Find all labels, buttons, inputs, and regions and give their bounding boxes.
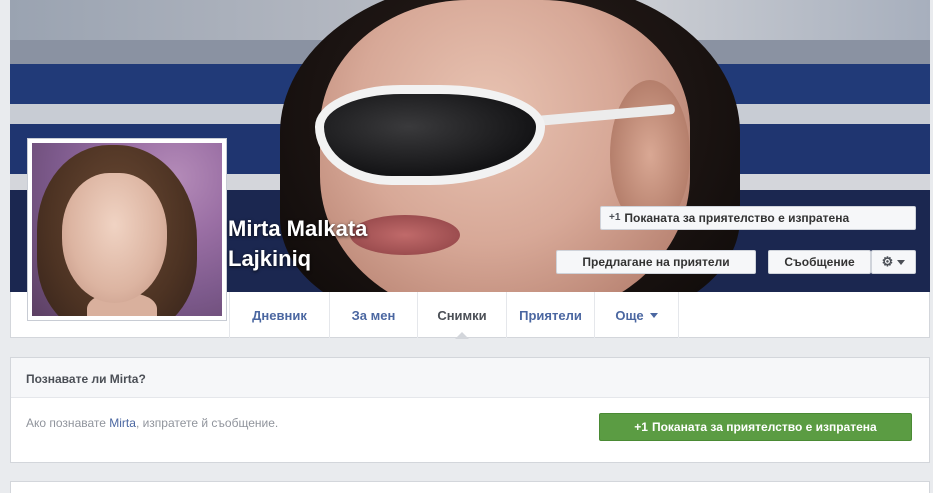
message-label: Съобщение: [784, 255, 855, 269]
tab-timeline[interactable]: Дневник: [229, 292, 329, 338]
tab-label: Снимки: [437, 307, 487, 323]
tab-label: Приятели: [519, 307, 582, 323]
know-box-title: Познавате ли Mirta?: [11, 358, 929, 398]
friend-request-sent-label: Поканата за приятелство е изпратена: [624, 211, 850, 225]
friend-request-sent-button[interactable]: +1 Поканата за приятелство е изпратена: [600, 206, 916, 230]
friend-request-sent-green-button[interactable]: +1 Поканата за приятелство е изпратена: [599, 413, 912, 441]
know-box-body: Ако познавате Mirta, изпратете й съобщен…: [11, 398, 929, 462]
add-friend-icon: +1: [609, 212, 621, 223]
next-section-box: [10, 481, 930, 493]
know-person-box: Познавате ли Mirta? Ако познавате Mirta,…: [10, 357, 930, 463]
profile-name-line1: Mirta Malkata: [228, 216, 368, 241]
tab-photos[interactable]: Снимки: [417, 292, 506, 339]
tab-label: За мен: [351, 307, 396, 323]
suggest-friends-button[interactable]: Предлагане на приятели: [556, 250, 756, 274]
avatar: [32, 143, 222, 316]
chevron-down-icon: [897, 259, 906, 265]
tab-label: Дневник: [252, 307, 307, 323]
chevron-down-icon: [649, 312, 658, 318]
tab-friends[interactable]: Приятели: [506, 292, 594, 338]
tab-label: Още: [615, 307, 644, 323]
suggest-friends-label: Предлагане на приятели: [582, 255, 730, 269]
profile-name[interactable]: Mirta Malkata Lajkiniq: [228, 214, 418, 274]
message-button[interactable]: Съобщение: [768, 250, 871, 274]
profile-name-line2: Lajkiniq: [228, 246, 312, 271]
gear-icon: ⚙: [881, 254, 894, 269]
profile-page: Mirta Malkata Lajkiniq +1 Поканата за пр…: [10, 0, 930, 493]
avatar-face: [62, 173, 167, 303]
profile-picture[interactable]: [27, 138, 227, 321]
know-text-prefix: Ако познавате: [26, 416, 110, 430]
tab-more[interactable]: Още: [594, 292, 679, 338]
know-box-text: Ако познавате Mirta, изпратете й съобщен…: [26, 416, 278, 430]
know-text-suffix: , изпратете й съобщение.: [135, 416, 279, 430]
profile-link[interactable]: Mirta: [109, 416, 136, 430]
options-button[interactable]: ⚙: [871, 250, 916, 274]
tab-about[interactable]: За мен: [329, 292, 417, 338]
add-friend-icon: +1: [634, 420, 648, 434]
friend-request-sent-green-label: Поканата за приятелство е изпратена: [651, 420, 877, 434]
profile-tabs: Дневник За мен Снимки Приятели Още: [229, 292, 679, 339]
